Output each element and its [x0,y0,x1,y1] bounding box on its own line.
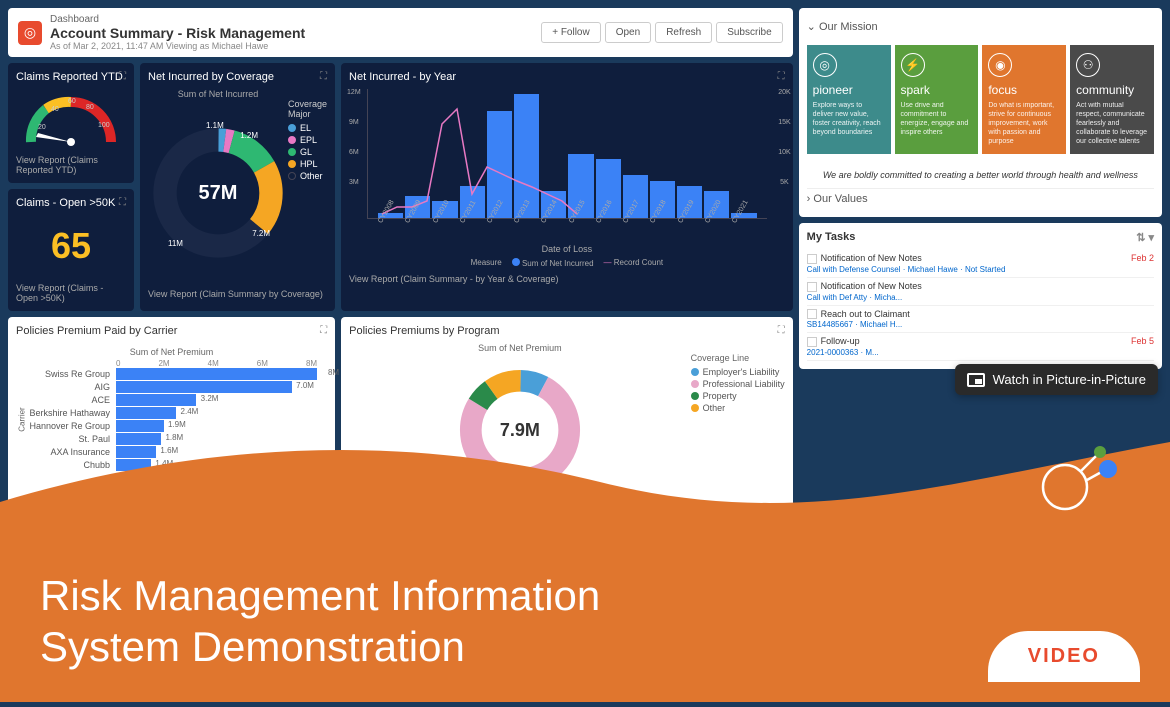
mission-tile: ⚇communityAct with mutual respect, commu… [1070,45,1154,154]
legend-item: GL [288,147,327,157]
mission-toggle[interactable]: ⌄ Our Mission [807,16,1154,37]
chart-subtitle: Sum of Net Premium [349,343,691,353]
claims-open-widget: Claims - Open >50K ⛶ 65 View Report (Cla… [8,189,134,311]
svg-text:60: 60 [68,98,76,105]
svg-text:40: 40 [51,106,59,113]
legend-item: Property [691,391,785,401]
tasks-title: My Tasks [807,231,856,244]
view-report-link[interactable]: View Report (Claim Summary - by Year & C… [349,274,785,284]
claims-ytd-widget: Claims Reported YTD ⛶ 20 40 60 80 100 [8,63,134,183]
view-report-link[interactable]: View Report (Claim Summary by Coverage) [148,289,327,299]
follow-button[interactable]: + Follow [541,22,601,43]
expand-icon[interactable]: ⛶ [320,325,327,336]
legend-item: Professional Liability [691,379,785,389]
legend-title: Coverage Line [691,353,785,363]
task-row[interactable]: Notification of New NotesFeb 2Call with … [807,250,1154,278]
net-year-widget: Net Incurred - by Year ⛶ 12M9M6M3M 20K15… [341,63,793,311]
mission-tile: ◉focusDo what is important, strive for c… [982,45,1066,154]
task-row[interactable]: Notification of New NotesCall with Def A… [807,278,1154,306]
dashboard-icon: ◎ [18,21,42,45]
open-button[interactable]: Open [605,22,651,43]
legend-item: EPL [288,135,327,145]
bar-chart [367,89,767,219]
hbar-row: AIG7.0M [26,381,317,393]
mission-statement: We are boldly committed to creating a be… [807,162,1154,188]
video-badge[interactable]: VIDEO [988,631,1140,682]
expand-icon[interactable]: ⛶ [119,71,126,82]
pip-button[interactable]: Watch in Picture-in-Picture [955,364,1158,395]
gauge-chart: 20 40 60 80 100 [16,87,126,152]
widget-title: Policies Premiums by Program [349,325,785,337]
task-row[interactable]: Reach out to ClaimantSB14485667 · Michae… [807,306,1154,334]
tasks-filter-icon[interactable]: ⇅ ▾ [1136,231,1154,244]
hbar-row: Swiss Re Group8M [26,368,317,380]
legend-item: Other [691,403,785,413]
dashboard-header: ◎ Dashboard Account Summary - Risk Manag… [8,8,793,57]
svg-text:20: 20 [38,124,46,131]
page-subtitle: As of Mar 2, 2021, 11:47 AM Viewing as M… [50,41,305,51]
donut-center-value: 57M [199,182,238,205]
legend-title: Coverage Major [288,99,327,119]
hbar-row: ACE3.2M [26,394,317,406]
chart-subtitle: Sum of Net Premium [26,347,317,357]
legend-item: Sum of Net Incurred [512,258,594,268]
expand-icon[interactable]: ⛶ [119,197,126,208]
legend-item: HPL [288,159,327,169]
legend-item: — Record Count [604,258,664,268]
view-report-link[interactable]: View Report (Claims Reported YTD) [16,155,126,175]
legend-item: Employer's Liability [691,367,785,377]
page-title: Account Summary - Risk Management [50,25,305,41]
net-coverage-widget: Net Incurred by Coverage ⛶ Sum of Net In… [140,63,335,311]
svg-text:80: 80 [86,104,94,111]
svg-text:100: 100 [98,122,110,129]
claims-open-value: 65 [16,215,126,277]
widget-title: Net Incurred by Coverage [148,71,327,83]
legend-item: Other [288,171,327,181]
view-report-link[interactable]: View Report (Claims - Open >50K) [16,283,126,303]
widget-title: Claims Reported YTD [16,71,126,83]
overlay-title: Risk Management Information System Demon… [40,571,600,672]
widget-title: Claims - Open >50K [16,197,126,209]
chart-subtitle: Sum of Net Incurred [148,89,288,99]
mission-tile: ⚡sparkUse drive and commitment to energi… [895,45,979,154]
widget-title: Policies Premium Paid by Carrier [16,325,327,337]
x-axis-label: Date of Loss [349,244,785,254]
tasks-card: My Tasks ⇅ ▾ Notification of New NotesFe… [799,223,1162,369]
mission-tile: ◎pioneerExplore ways to deliver new valu… [807,45,891,154]
logo-icon [1030,432,1120,522]
task-row[interactable]: Follow-upFeb 52021-0000363 · M... [807,333,1154,361]
expand-icon[interactable]: ⛶ [778,325,785,336]
widget-title: Net Incurred - by Year [349,71,785,83]
subscribe-button[interactable]: Subscribe [716,22,782,43]
breadcrumb: Dashboard [50,14,305,25]
expand-icon[interactable]: ⛶ [778,71,785,82]
legend-item: EL [288,123,327,133]
expand-icon[interactable]: ⛶ [320,71,327,82]
pip-icon [967,373,985,387]
refresh-button[interactable]: Refresh [655,22,712,43]
hbar-row: Berkshire Hathaway2.4M [26,407,317,419]
mission-card: ⌄ Our Mission ◎pioneerExplore ways to de… [799,8,1162,217]
values-toggle[interactable]: › Our Values [807,188,1154,209]
